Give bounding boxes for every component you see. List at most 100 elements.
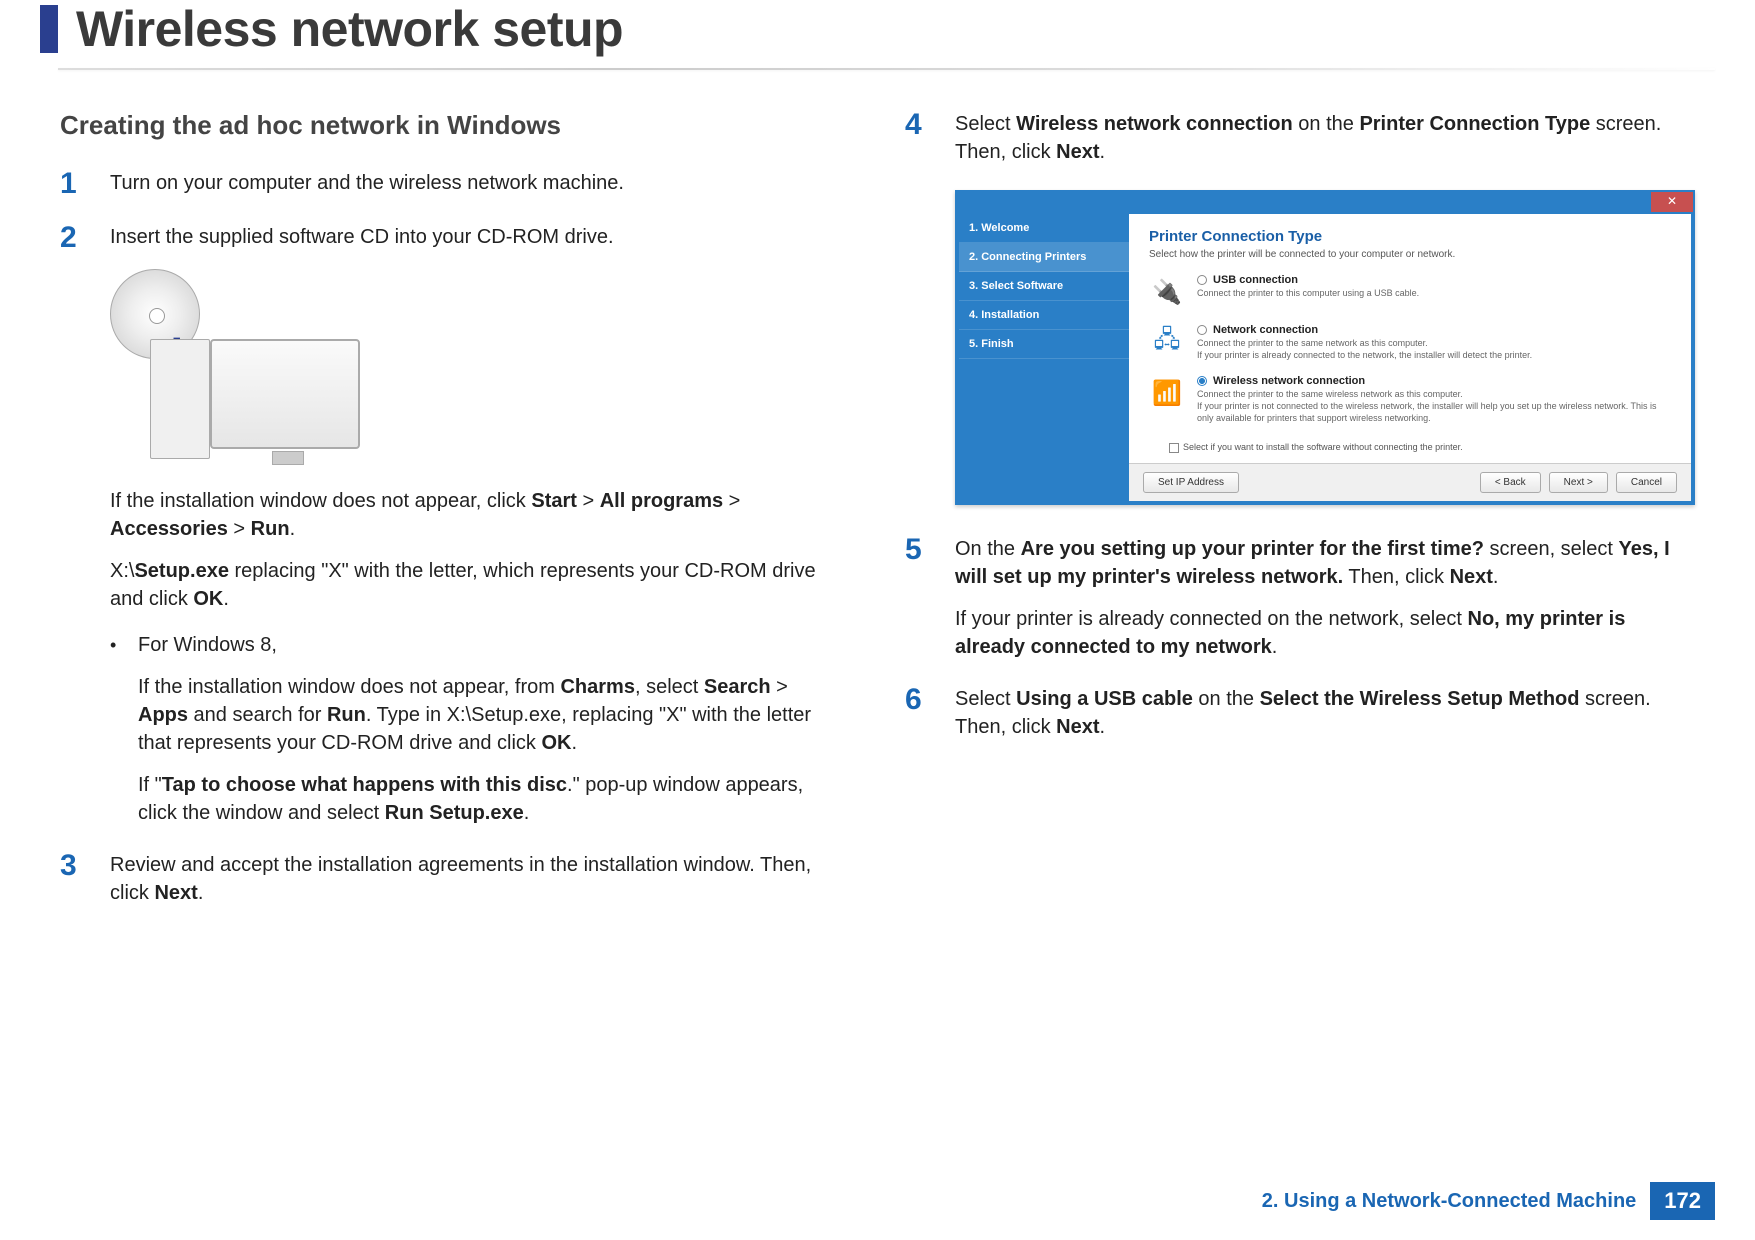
t: Wireless network connection [1016, 113, 1293, 135]
t: . [290, 518, 296, 540]
t: If the installation window does not appe… [110, 490, 531, 512]
step-5: 5 On the Are you setting up your printer… [905, 535, 1695, 661]
wifi-icon: 📶 [1149, 375, 1185, 411]
t: If the installation window does not appe… [138, 676, 560, 698]
step-1: 1 Turn on your computer and the wireless… [60, 169, 835, 199]
nav-buttons: < Back Next > Cancel [1480, 472, 1677, 493]
opt-desc: Connect the printer to the same wireless… [1197, 389, 1671, 424]
t: on the [1293, 113, 1360, 135]
installer-heading: Printer Connection Type [1149, 228, 1671, 245]
bullet-p1: If the installation window does not appe… [138, 673, 835, 757]
opt-body: USB connection Connect the printer to th… [1197, 274, 1671, 300]
t: X:\ [110, 560, 134, 582]
bullet-dot: • [110, 631, 138, 827]
t: . [1272, 636, 1278, 658]
t: screen, select [1484, 538, 1619, 560]
t: Next [154, 882, 197, 904]
step-number: 3 [60, 851, 110, 907]
step-2: 2 Insert the supplied software CD into y… [60, 223, 835, 827]
opt-desc: Connect the printer to this computer usi… [1197, 288, 1671, 300]
t: on the [1193, 688, 1260, 710]
t: Select if you want to install the softwa… [1183, 442, 1463, 452]
installer-footer: Set IP Address < Back Next > Cancel [1129, 463, 1691, 501]
step-number: 6 [905, 685, 955, 741]
t: . [1493, 566, 1499, 588]
sidebar-step: 3. Select Software [959, 272, 1129, 301]
installer-screenshot: ✕ 1. Welcome 2. Connecting Printers 3. S… [955, 190, 1695, 505]
section-heading: Creating the ad hoc network in Windows [60, 110, 835, 141]
cd-illustration: ⬇ [110, 269, 370, 469]
radio-selected-icon [1197, 376, 1207, 386]
bullet-body: For Windows 8, If the installation windo… [138, 631, 835, 827]
t: Charms [560, 676, 634, 698]
usb-icon: 🔌 [1149, 274, 1185, 310]
t: Select [955, 688, 1016, 710]
t: Run [251, 518, 290, 540]
t: Tap to choose what happens with this dis… [162, 774, 567, 796]
t: > [771, 676, 788, 698]
step-number: 2 [60, 223, 110, 827]
t: Printer Connection Type [1359, 113, 1590, 135]
t: Next [1056, 141, 1099, 163]
opt-desc: Connect the printer to the same network … [1197, 338, 1671, 361]
step2-para1: If the installation window does not appe… [110, 487, 835, 543]
t: > [228, 518, 251, 540]
t: If your printer is already connected on … [955, 608, 1468, 630]
step2-para2: X:\Setup.exe replacing "X" with the lett… [110, 557, 835, 613]
t: . [198, 882, 204, 904]
t: > [577, 490, 600, 512]
left-column: Creating the ad hoc network in Windows 1… [60, 110, 835, 931]
t: Next [1056, 716, 1099, 738]
t: Setup.exe [134, 560, 228, 582]
install-without-connect-row: Select if you want to install the softwa… [1169, 442, 1671, 453]
t: Network connection [1213, 324, 1318, 336]
t: Run Setup.exe [385, 802, 524, 824]
t: Apps [138, 704, 188, 726]
option-wireless: 📶 Wireless network connection Connect th… [1149, 375, 1671, 424]
t: Select the Wireless Setup Method [1260, 688, 1580, 710]
t: and search for [188, 704, 327, 726]
back-button: < Back [1480, 472, 1541, 493]
opt-body: Wireless network connection Connect the … [1197, 375, 1671, 424]
t: OK [193, 588, 223, 610]
t: Next [1450, 566, 1493, 588]
t: If " [138, 774, 162, 796]
step-number: 4 [905, 110, 955, 166]
t: OK [541, 732, 571, 754]
t: Select [955, 113, 1016, 135]
bullet-label: For Windows 8, [138, 631, 835, 659]
opt-body: Network connection Connect the printer t… [1197, 324, 1671, 361]
chapter-label: 2. Using a Network-Connected Machine [1262, 1190, 1637, 1213]
step-text: Insert the supplied software CD into you… [110, 223, 835, 251]
opt-title: USB connection [1197, 274, 1671, 286]
t: . [1100, 141, 1106, 163]
t: Wireless network connection [1213, 375, 1365, 387]
t: . [571, 732, 577, 754]
step-body: Insert the supplied software CD into you… [110, 223, 835, 827]
step-text: Turn on your computer and the wireless n… [110, 169, 835, 199]
t: Search [704, 676, 771, 698]
content-area: Creating the ad hoc network in Windows 1… [0, 70, 1755, 931]
step-3: 3 Review and accept the installation agr… [60, 851, 835, 907]
close-icon: ✕ [1651, 192, 1693, 212]
checkbox-icon [1169, 443, 1179, 453]
step-text: On the Are you setting up your printer f… [955, 535, 1695, 661]
sidebar-step: 2. Connecting Printers [959, 243, 1129, 272]
step-text: Select Wireless network connection on th… [955, 110, 1695, 166]
right-column: 4 Select Wireless network connection on … [905, 110, 1695, 931]
sidebar-step: 1. Welcome [959, 214, 1129, 243]
installer-main: Printer Connection Type Select how the p… [1129, 214, 1691, 501]
bullet-p2: If "Tap to choose what happens with this… [138, 771, 835, 827]
t: , select [635, 676, 704, 698]
step2-bullet: • For Windows 8, If the installation win… [110, 631, 835, 827]
page-header: Wireless network setup [0, 0, 1755, 70]
t: USB connection [1213, 274, 1298, 286]
option-network: 🖧 Network connection Connect the printer… [1149, 324, 1671, 361]
t: . [1100, 716, 1106, 738]
sidebar-step: 4. Installation [959, 301, 1129, 330]
network-icon: 🖧 [1149, 324, 1185, 360]
cancel-button: Cancel [1616, 472, 1677, 493]
option-usb: 🔌 USB connection Connect the printer to … [1149, 274, 1671, 310]
t: Run [327, 704, 366, 726]
radio-icon [1197, 325, 1207, 335]
